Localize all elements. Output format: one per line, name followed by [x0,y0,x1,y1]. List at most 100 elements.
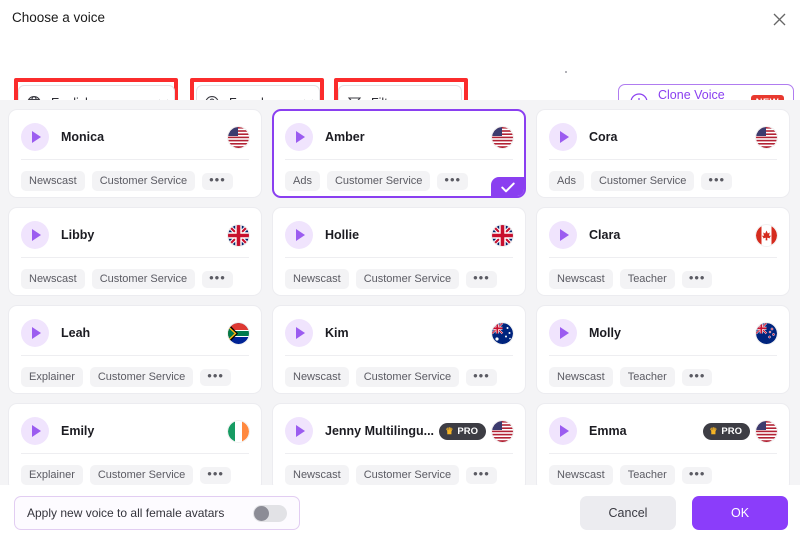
voice-tags-more-icon[interactable]: ••• [437,172,469,190]
voice-tag[interactable]: Customer Service [590,171,695,191]
voice-tags-more-icon[interactable]: ••• [202,270,233,288]
voice-name: Amber [325,130,365,144]
voice-tag[interactable]: Newscast [549,269,613,289]
voice-tag[interactable]: Customer Service [89,465,194,485]
flag-icon-za [228,322,249,344]
flag-icon-us [228,126,249,148]
voice-card-header: Libby [21,218,249,252]
voice-tags-more-icon[interactable]: ••• [701,172,733,190]
voice-name: Emma [589,424,627,438]
voice-card-cora[interactable]: Cora Ads Customer Service ••• [536,109,790,198]
voice-tag[interactable]: Ads [285,171,320,191]
voice-tag-list: Ads Customer Service ••• [285,160,513,191]
voice-tags-more-icon[interactable]: ••• [466,270,497,288]
flag-icon-us [756,126,777,148]
voice-tags-more-icon[interactable]: ••• [200,368,231,386]
play-icon[interactable] [285,417,313,445]
voice-tag[interactable]: Newscast [21,171,85,191]
voice-tag[interactable]: Newscast [21,269,85,289]
voice-tag-list: Newscast Customer Service ••• [21,160,249,191]
page-title: Choose a voice [12,10,106,25]
voice-card-libby[interactable]: Libby Newscast Customer Service ••• [8,207,262,296]
voice-tag[interactable]: Customer Service [355,269,460,289]
play-icon[interactable] [549,221,577,249]
play-icon[interactable] [549,123,577,151]
voice-tags-more-icon[interactable]: ••• [681,270,713,288]
cancel-button[interactable]: Cancel [580,496,676,530]
flag-icon-ca [756,224,777,246]
voice-name: Leah [61,326,91,340]
voice-name: Molly [589,326,621,340]
pro-badge: ♛ PRO [703,422,750,440]
voice-tag[interactable]: Customer Service [91,171,196,191]
play-icon[interactable] [549,417,577,445]
toggle-knob [254,505,269,521]
voice-card-header: Monica [21,120,249,154]
voice-card-amber[interactable]: Amber Ads Customer Service ••• [272,109,526,198]
voice-tag[interactable]: Newscast [285,269,349,289]
voice-tag[interactable]: Customer Service [355,465,460,485]
voice-tag[interactable]: Teacher [619,269,675,289]
voice-tag[interactable]: Explainer [21,367,83,387]
flag-icon-gb [228,224,249,246]
voice-card-clara[interactable]: Clara Newscast Teacher ••• [536,207,790,296]
voice-tag[interactable]: Teacher [619,367,675,387]
apply-all-toggle[interactable] [253,504,287,522]
play-icon[interactable] [285,221,313,249]
selected-check-icon [491,177,524,196]
voice-card-header: Hollie [285,218,513,252]
voice-tag[interactable]: Customer Service [355,367,460,387]
play-icon[interactable] [21,417,49,445]
voice-tag-list: Newscast Customer Service ••• [21,258,249,289]
voice-tag-list: Explainer Customer Service ••• [21,454,249,485]
crown-icon: ♛ [709,425,718,436]
voice-card-emma[interactable]: Emma ♛ PRO Newscast Teacher ••• [536,403,790,485]
flag-icon-us [492,420,513,442]
play-icon[interactable] [21,123,49,151]
voice-card-header: Clara [549,218,777,252]
voice-tag[interactable]: Newscast [285,367,349,387]
voice-tags-more-icon[interactable]: ••• [681,368,713,386]
voice-tag[interactable]: Ads [549,171,584,191]
voice-tag[interactable]: Customer Service [326,171,431,191]
voice-tags-more-icon[interactable]: ••• [466,466,497,484]
voice-tag[interactable]: Customer Service [91,269,196,289]
voice-tag[interactable]: Newscast [285,465,349,485]
voice-tags-more-icon[interactable]: ••• [681,466,713,484]
voice-tags-more-icon[interactable]: ••• [200,466,231,484]
stray-dot [565,71,567,73]
dialog-footer: Apply new voice to all female avatars Ca… [0,485,800,545]
voice-card-kim[interactable]: Kim Newscast Customer Service ••• [272,305,526,394]
crown-icon: ♛ [445,425,454,436]
voice-tag[interactable]: Newscast [549,465,613,485]
voice-card-molly[interactable]: Molly Newscast Teacher ••• [536,305,790,394]
play-icon[interactable] [21,319,49,347]
voice-tag[interactable]: Newscast [549,367,613,387]
voice-tags-more-icon[interactable]: ••• [466,368,497,386]
voice-card-monica[interactable]: Monica Newscast Customer Service ••• [8,109,262,198]
play-icon[interactable] [285,319,313,347]
voice-card-header: Amber [285,120,513,154]
play-icon[interactable] [549,319,577,347]
voice-card-header: Jenny Multilingu... ♛ PRO [285,414,513,448]
close-icon[interactable] [766,6,792,32]
voice-card-leah[interactable]: Leah Explainer Customer Service ••• [8,305,262,394]
play-icon[interactable] [21,221,49,249]
flag-icon-us [492,126,513,148]
voice-tag-list: Newscast Customer Service ••• [285,258,513,289]
voice-card-jenny-multilingu[interactable]: Jenny Multilingu... ♛ PRO Newscast Custome… [272,403,526,485]
voice-tag[interactable]: Teacher [619,465,675,485]
voice-tag[interactable]: Customer Service [89,367,194,387]
voice-card-header: Kim [285,316,513,350]
voice-name: Emily [61,424,95,438]
voice-card-emily[interactable]: Emily Explainer Customer Service ••• [8,403,262,485]
ok-button[interactable]: OK [692,496,788,530]
voice-tags-more-icon[interactable]: ••• [202,172,233,190]
play-icon[interactable] [285,123,313,151]
voice-card-hollie[interactable]: Hollie Newscast Customer Service ••• [272,207,526,296]
choose-voice-dialog: Choose a voice English [0,0,800,545]
apply-all-female-toggle-row[interactable]: Apply new voice to all female avatars [14,496,300,530]
dialog-header: Choose a voice [0,0,800,38]
voice-tag[interactable]: Explainer [21,465,83,485]
voice-name: Cora [589,130,618,144]
